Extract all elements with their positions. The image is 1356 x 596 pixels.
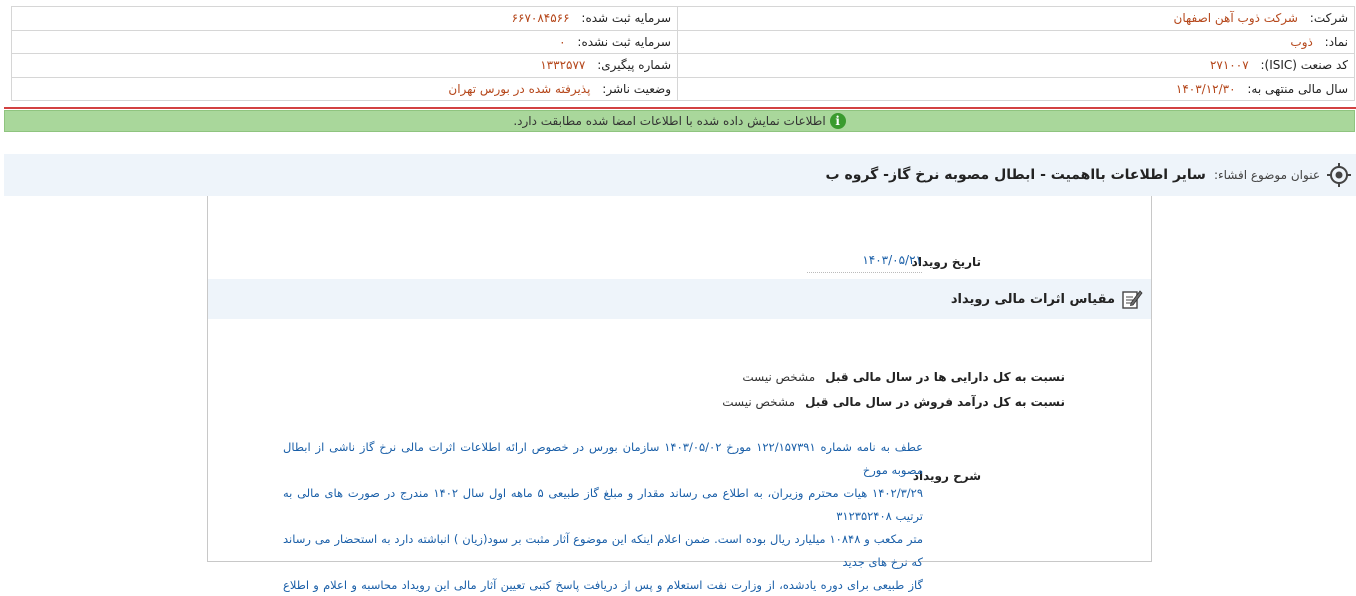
company-cell: شرکت: شرکت ذوب آهن اصفهان: [677, 6, 1355, 31]
unregistered-capital-label: سرمایه ثبت نشده:: [577, 34, 671, 49]
subject-title: سایر اطلاعات بااهمیت - ابطال مصوبه نرخ گ…: [825, 167, 1206, 183]
notice-text: اطلاعات نمایش داده شده با اطلاعات امضا ش…: [513, 114, 826, 128]
fiscal-year-value: ۱۴۰۳/۱۲/۳۰: [1175, 81, 1236, 96]
registered-capital-value: ۶۶۷۰۸۴۵۶۶: [511, 11, 570, 26]
isic-cell: کد صنعت (ISIC): ۲۷۱۰۰۷: [677, 53, 1355, 78]
financial-effects-header: مقیاس اثرات مالی رویداد: [208, 279, 1151, 319]
publisher-status-cell: وضعیت ناشر: پذیرفته شده در بورس تهران: [11, 76, 678, 101]
disclosure-page: شرکت: شرکت ذوب آهن اصفهان سرمایه ثبت شده…: [0, 0, 1356, 596]
target-icon: [1326, 162, 1352, 188]
info-icon: i: [829, 113, 846, 129]
event-date-value: ۱۴۰۳/۰۵/۲۱: [807, 253, 922, 273]
description-line: متر مکعب و ۱۰۸۴۸ میلیارد ریال بوده است. …: [283, 532, 923, 569]
company-info-table: شرکت: شرکت ذوب آهن اصفهان سرمایه ثبت شده…: [11, 6, 1355, 101]
publisher-status-label: وضعیت ناشر:: [602, 81, 671, 96]
ratio-row-assets: نسبت به کل دارایی ها در سال مالی قبل مشخ…: [742, 370, 1065, 384]
isic-value: ۲۷۱۰۰۷: [1209, 58, 1249, 73]
event-content-box: تاریخ رویداد ۱۴۰۳/۰۵/۲۱ مقیاس اثرات مالی…: [207, 196, 1152, 592]
registered-capital-cell: سرمایه ثبت شده: ۶۶۷۰۸۴۵۶۶: [11, 6, 678, 31]
company-value[interactable]: شرکت ذوب آهن اصفهان: [1174, 11, 1298, 25]
tracking-label: شماره پیگیری:: [597, 58, 671, 73]
ratio-value: مشخص نیست: [742, 370, 816, 384]
ratio-row-revenue: نسبت به کل درآمد فروش در سال مالی قبل مش…: [722, 395, 1065, 409]
subject-header: عنوان موضوع افشاء: سایر اطلاعات بااهمیت …: [4, 154, 1356, 196]
tracking-value: ۱۳۳۲۵۷۷: [540, 58, 586, 73]
symbol-label: نماد:: [1324, 34, 1348, 49]
subject-label: عنوان موضوع افشاء:: [1213, 168, 1320, 182]
registered-capital-label: سرمایه ثبت شده:: [581, 11, 671, 26]
isic-label: کد صنعت (ISIC):: [1260, 58, 1348, 73]
tracking-cell: شماره پیگیری: ۱۳۳۲۵۷۷: [11, 53, 678, 78]
financial-effects-title: مقیاس اثرات مالی رویداد: [950, 291, 1115, 307]
divider-line: [4, 107, 1356, 109]
symbol-value[interactable]: ذوب: [1290, 35, 1312, 49]
fiscal-year-cell: سال مالی منتهی به: ۱۴۰۳/۱۲/۳۰: [677, 76, 1355, 101]
ratio-value: مشخص نیست: [722, 395, 796, 409]
description-line: عطف به نامه شماره ۱۲۲/۱۵۷۳۹۱ مورخ ۱۴۰۳/۰…: [283, 440, 924, 477]
publisher-status-value: پذیرفته شده در بورس تهران: [448, 81, 591, 96]
ratio-label: نسبت به کل درآمد فروش در سال مالی قبل: [805, 395, 1065, 409]
event-date-label: تاریخ رویداد: [911, 255, 981, 269]
symbol-cell: نماد: ذوب: [677, 29, 1355, 54]
info-row-4: سال مالی منتهی به: ۱۴۰۳/۱۲/۳۰ وضعیت ناشر…: [11, 76, 1355, 101]
description-line: گاز طبیعی برای دوره یادشده، از وزارت نفت…: [283, 578, 923, 592]
info-row-3: کد صنعت (ISIC): ۲۷۱۰۰۷ شماره پیگیری: ۱۳۳…: [11, 53, 1355, 78]
description-line: ۱۴۰۲/۳/۲۹ هیات محترم وزیران، به اطلاع می…: [283, 486, 924, 523]
pencil-icon: [1121, 288, 1143, 310]
unregistered-capital-cell: سرمایه ثبت نشده: ۰: [11, 29, 678, 54]
info-row-1: شرکت: شرکت ذوب آهن اصفهان سرمایه ثبت شده…: [11, 6, 1355, 31]
description-label: شرح رویداد: [912, 469, 981, 483]
unregistered-capital-value: ۰: [559, 34, 566, 49]
fiscal-year-label: سال مالی منتهی به:: [1247, 81, 1348, 96]
company-label: شرکت:: [1309, 11, 1348, 26]
description-text: عطف به نامه شماره ۱۲۲/۱۵۷۳۹۱ مورخ ۱۴۰۳/۰…: [283, 436, 923, 596]
ratio-label: نسبت به کل دارایی ها در سال مالی قبل: [825, 370, 1065, 384]
info-row-2: نماد: ذوب سرمایه ثبت نشده: ۰: [11, 29, 1355, 54]
signature-match-notice: i اطلاعات نمایش داده شده با اطلاعات امضا…: [4, 110, 1355, 132]
